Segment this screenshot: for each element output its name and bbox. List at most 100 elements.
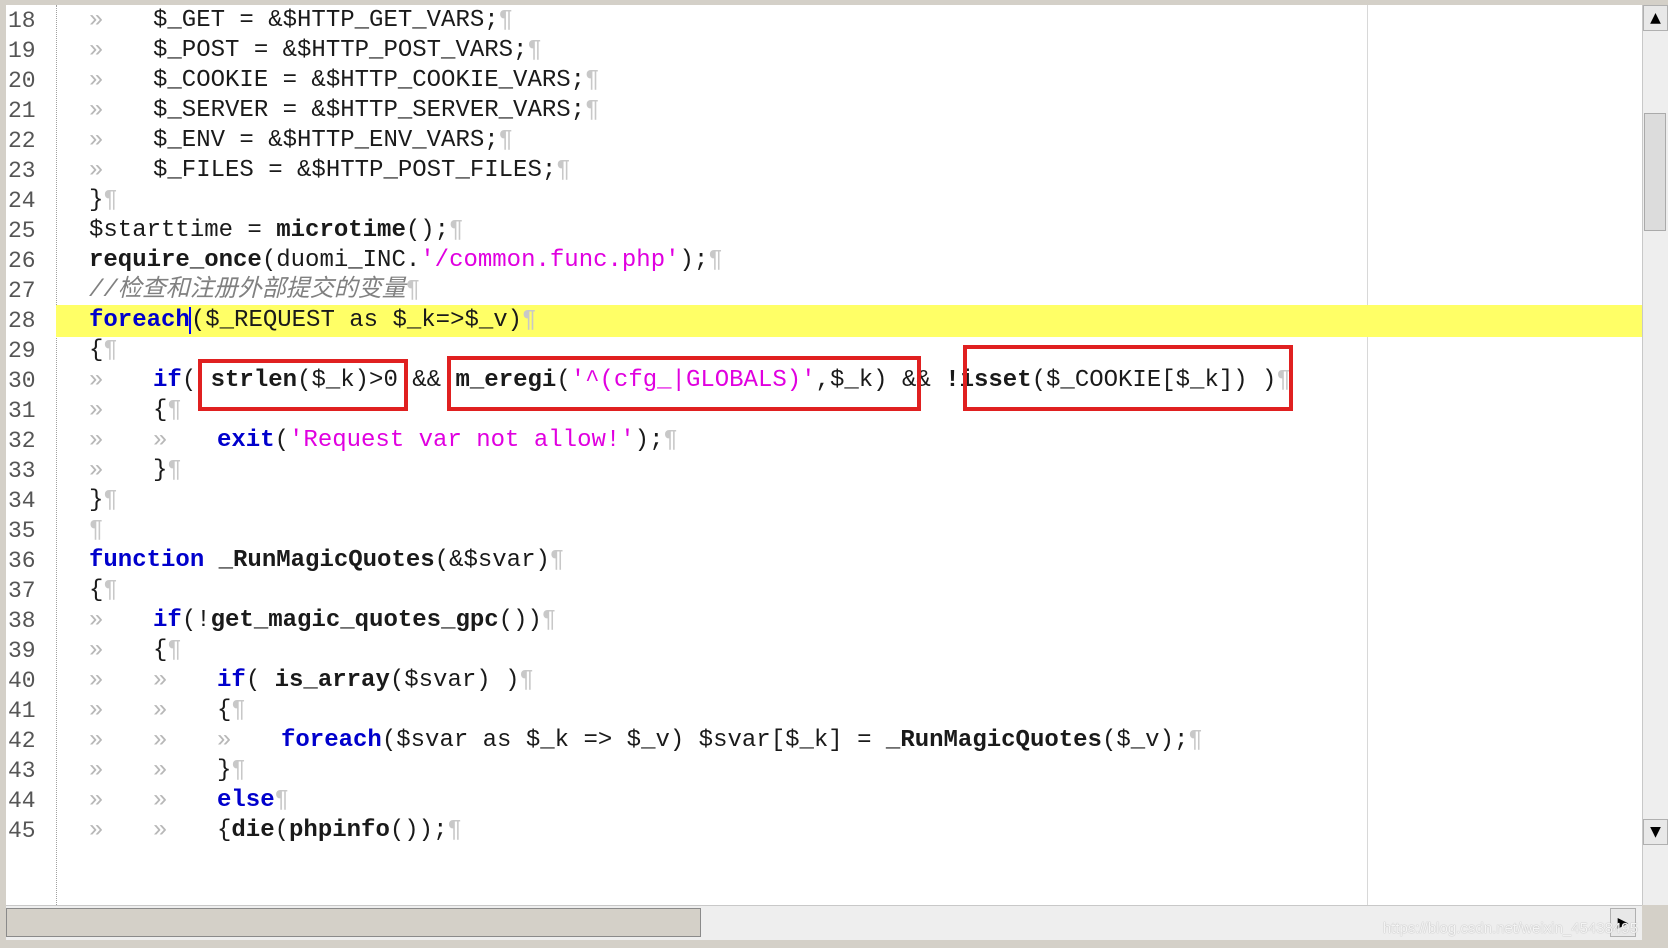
line-number: 38: [6, 605, 56, 637]
pilcrow-icon: ¶: [231, 697, 246, 724]
code-token: if: [153, 607, 182, 634]
code-text: }¶: [89, 485, 118, 517]
line-number: 43: [6, 755, 56, 787]
triangle-up-icon[interactable]: ▲: [1643, 5, 1668, 31]
code-token: die: [231, 817, 275, 844]
code-token: ();: [405, 217, 450, 244]
pilcrow-icon: ¶: [585, 97, 600, 124]
code-token: }: [89, 187, 104, 214]
tab-marker-icon: »: [89, 127, 104, 154]
pilcrow-icon: ¶: [522, 307, 537, 334]
code-token: require_once: [89, 247, 262, 274]
code-line[interactable]: 22 » $_ENV = &$HTTP_ENV_VARS;¶: [6, 125, 1642, 157]
code-line[interactable]: 33 »}¶: [6, 455, 1642, 487]
code-line[interactable]: 24}¶: [6, 185, 1642, 217]
code-line[interactable]: 23 » $_FILES = &$HTTP_POST_FILES;¶: [6, 155, 1642, 187]
code-token: {: [89, 577, 104, 604]
code-text: » » {¶: [89, 695, 246, 727]
vertical-scrollbar[interactable]: ▲ ▼: [1642, 5, 1668, 905]
annotation-box-isset: [963, 345, 1293, 411]
tab-marker-icon: »: [89, 697, 104, 724]
pilcrow-icon: ¶: [541, 607, 557, 634]
tab-marker-icon: »: [89, 427, 104, 454]
pilcrow-icon: ¶: [708, 247, 723, 274]
tab-marker-icon: »: [89, 727, 104, 754]
code-token: if: [153, 367, 182, 394]
tab-marker-icon: »: [153, 727, 168, 754]
code-token: }: [89, 487, 104, 514]
line-number: 25: [6, 215, 56, 247]
tab-marker-icon: »: [153, 697, 168, 724]
code-line[interactable]: 32 » » exit('Request var not allow!');¶: [6, 425, 1642, 457]
tab-marker-icon: »: [153, 427, 168, 454]
code-text: function _RunMagicQuotes(&$svar)¶: [89, 545, 564, 577]
code-line[interactable]: 42 » » » foreach($svar as $_k => $_v) $svar[…: [6, 725, 1642, 757]
tab-marker-icon: »: [89, 457, 104, 484]
code-line[interactable]: 18 » $_GET = &$HTTP_GET_VARS;¶: [6, 5, 1642, 37]
line-number: 39: [6, 635, 56, 667]
code-line[interactable]: 26 require_once(duomi_INC.'/common.func.p…: [6, 245, 1642, 277]
code-line[interactable]: 21 » $_SERVER = &$HTTP_SERVER_VARS;¶: [6, 95, 1642, 127]
tab-marker-icon: »: [153, 787, 168, 814]
code-line[interactable]: 35 ¶: [6, 515, 1642, 547]
code-line[interactable]: 43 » »}¶: [6, 755, 1642, 787]
pilcrow-icon: ¶: [498, 127, 514, 154]
code-line[interactable]: 44 » » else¶: [6, 785, 1642, 817]
code-editor[interactable]: 18 » $_GET = &$HTTP_GET_VARS; ¶ 19 » $_POST = …: [6, 5, 1642, 905]
code-token: );: [634, 427, 664, 454]
code-token: ($svar as $_k => $_v) $svar[$_k] =: [381, 727, 886, 754]
code-line[interactable]: 27 //检查和注册外部提交的变量¶: [6, 275, 1642, 307]
code-text: » {¶: [89, 635, 182, 667]
vertical-scroll-thumb[interactable]: [1644, 113, 1666, 231]
code-token: {: [217, 697, 232, 724]
tab-marker-icon: »: [89, 637, 104, 664]
tab-marker-icon: »: [89, 787, 104, 814]
code-line[interactable]: 25 $starttime = microtime();¶: [6, 215, 1642, 247]
line-number: 31: [6, 395, 56, 427]
watermark-text: https://blog.csdn.net/weixin_45438495: [1382, 920, 1638, 937]
pilcrow-icon: ¶: [519, 667, 534, 694]
tab-marker-icon: »: [89, 157, 104, 184]
code-text: » {¶: [89, 395, 182, 427]
code-text: » » else¶: [89, 785, 289, 817]
code-token: );: [679, 247, 709, 274]
pilcrow-icon: ¶: [167, 637, 182, 664]
line-number: 30: [6, 365, 56, 397]
code-line[interactable]: 36 function _RunMagicQuotes(&$svar)¶: [6, 545, 1642, 577]
line-number: 35: [6, 515, 56, 547]
code-line[interactable]: 34}¶: [6, 485, 1642, 517]
code-line[interactable]: 20 » $_COOKIE = &$HTTP_COOKIE_VARS;¶: [6, 65, 1642, 97]
code-token: ($svar) ): [389, 667, 520, 694]
code-line[interactable]: 28 foreach($_REQUEST as $_k=>$_v)¶: [6, 305, 1642, 337]
line-number: 40: [6, 665, 56, 697]
pilcrow-icon: ¶: [89, 517, 104, 544]
tab-marker-icon: »: [217, 727, 232, 754]
code-text: ¶: [89, 515, 103, 547]
code-text: foreach($_REQUEST as $_k=>$_v)¶: [89, 305, 537, 337]
code-text: » » exit('Request var not allow!');¶: [89, 425, 678, 457]
tab-marker-icon: »: [89, 67, 104, 94]
code-token: ());: [389, 817, 448, 844]
triangle-down-icon[interactable]: ▼: [1643, 819, 1668, 845]
code-line[interactable]: 38 » if(!get_magic_quotes_gpc())¶: [6, 605, 1642, 637]
code-line[interactable]: 40 » » if( is_array($svar) )¶: [6, 665, 1642, 697]
code-line[interactable]: 19 » $_POST = &$HTTP_POST_VARS;¶: [6, 35, 1642, 67]
pilcrow-icon: ¶: [167, 457, 182, 484]
line-number: 29: [6, 335, 56, 367]
code-token: $_SERVER = &$HTTP_SERVER_VARS;: [153, 97, 586, 124]
code-token: $_GET = &$HTTP_GET_VARS;: [153, 7, 499, 34]
tab-marker-icon: »: [89, 817, 104, 844]
code-text: » $_COOKIE = &$HTTP_COOKIE_VARS;¶: [89, 65, 599, 97]
code-line[interactable]: 37 {¶: [6, 575, 1642, 607]
code-token: microtime: [276, 217, 406, 244]
pilcrow-icon: ¶: [231, 757, 246, 784]
line-number: 32: [6, 425, 56, 457]
tab-marker-icon: »: [89, 667, 104, 694]
code-line[interactable]: 39 » {¶: [6, 635, 1642, 667]
code-token: $_FILES = &$HTTP_POST_FILES;: [153, 157, 557, 184]
pilcrow-icon: ¶: [103, 337, 118, 364]
horizontal-scroll-thumb[interactable]: [6, 908, 701, 937]
code-token: phpinfo: [289, 817, 390, 844]
code-line[interactable]: 45 » » {die(phpinfo());¶: [6, 815, 1642, 847]
code-line[interactable]: 41 » » {¶: [6, 695, 1642, 727]
